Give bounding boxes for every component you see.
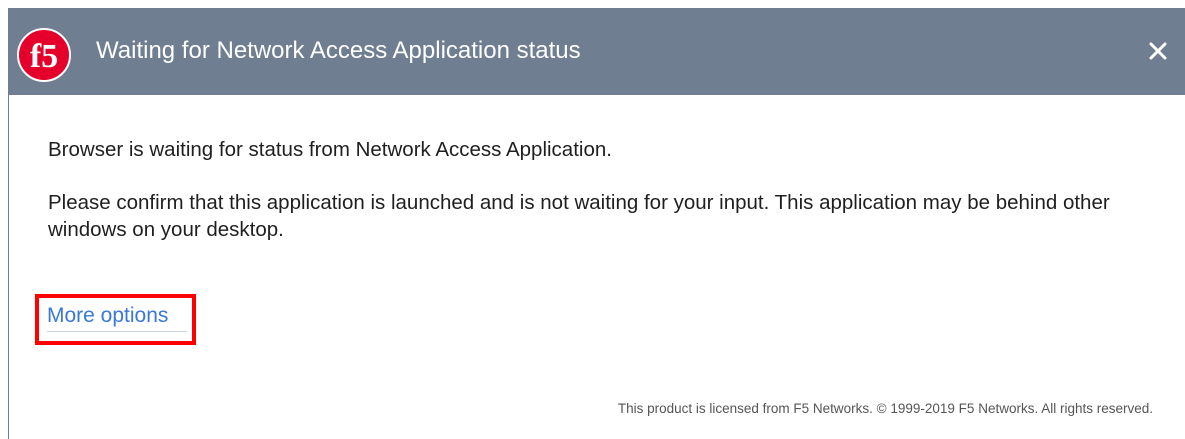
close-button[interactable] xyxy=(1143,36,1173,66)
dialog-title-bar: f5 Waiting for Network Access Applicatio… xyxy=(8,8,1185,95)
more-options-underline xyxy=(47,331,187,332)
dialog-left-border xyxy=(8,95,9,439)
logo-text: f5 xyxy=(30,38,58,75)
close-icon xyxy=(1149,42,1167,60)
more-options-link[interactable]: More options xyxy=(47,302,168,329)
confirm-message: Please confirm that this application is … xyxy=(48,191,1110,241)
dialog-title: Waiting for Network Access Application s… xyxy=(96,37,581,64)
status-message: Browser is waiting for status from Netwo… xyxy=(48,138,612,161)
license-footer: This product is licensed from F5 Network… xyxy=(617,401,1153,416)
f5-logo-icon: f5 xyxy=(17,28,71,82)
network-access-dialog: f5 Waiting for Network Access Applicatio… xyxy=(0,0,1185,439)
